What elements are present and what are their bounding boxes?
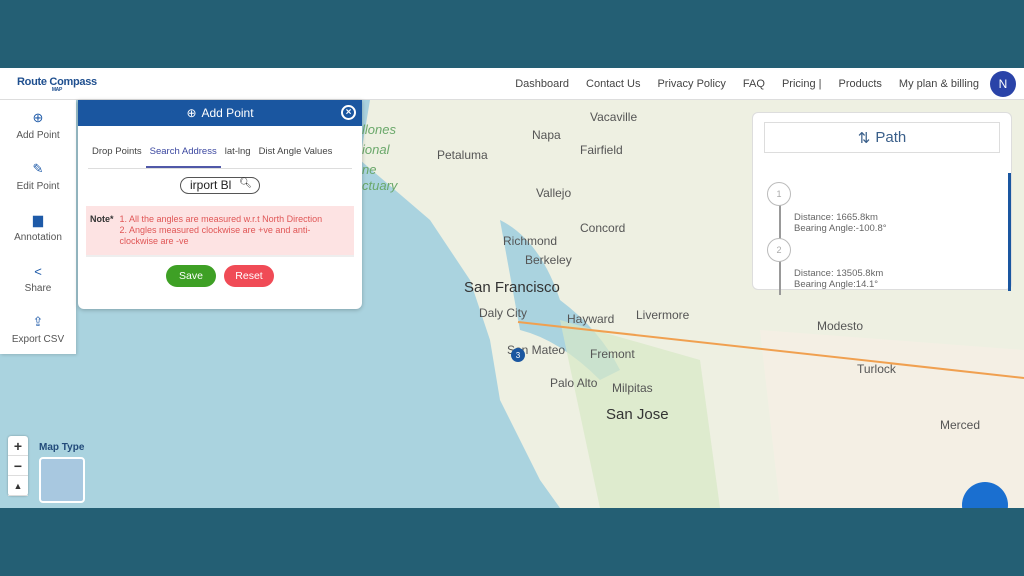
- map-label: ne: [362, 162, 377, 177]
- sidebar-item-label: Annotation: [14, 232, 62, 243]
- panel-tabs: Drop Points Search Address lat-lng Dist …: [88, 142, 352, 169]
- map-label: llones: [362, 122, 396, 137]
- path-panel: ⇅ Path 1 Distance: 1665.8km Bearing Angle:…: [752, 112, 1012, 295]
- search-icon[interactable]: 🔍︎: [239, 177, 252, 191]
- sidebar-item-export-csv[interactable]: ⇪ Export CSV: [0, 304, 76, 355]
- step-bearing: Bearing Angle:-100.8°: [794, 223, 887, 234]
- map-label: ional: [362, 142, 390, 157]
- nav-dashboard[interactable]: Dashboard: [515, 78, 569, 90]
- sidebar-item-label: Share: [24, 282, 52, 294]
- tab-drop-points[interactable]: Drop Points: [88, 142, 146, 168]
- map-label: Merced: [940, 418, 981, 432]
- tab-dist-angle[interactable]: Dist Angle Values: [255, 142, 337, 168]
- sidebar-item-label: Export CSV: [11, 334, 65, 345]
- tab-lat-lng[interactable]: lat-lng: [221, 142, 255, 168]
- step-distance: Distance: 13505.8km: [794, 268, 884, 279]
- search-value: irport Bl: [190, 178, 232, 192]
- map-label: Fremont: [590, 347, 635, 361]
- step-2: 2: [767, 238, 791, 262]
- scrollbar[interactable]: [1008, 173, 1011, 291]
- map-label: San Francisco: [464, 279, 560, 296]
- map-type-label: Map Type: [39, 442, 85, 453]
- compass-reset-button[interactable]: ▲: [8, 476, 28, 496]
- map-label: ctuary: [362, 178, 398, 193]
- app: Route Compass MAP Dashboard Contact Us Pr…: [0, 68, 1024, 508]
- zoom-in-button[interactable]: +: [8, 436, 28, 456]
- map-label: Milpitas: [612, 381, 653, 395]
- note-line: 2. Angles measured clockwise are +ve and…: [119, 225, 311, 235]
- nav-contact[interactable]: Contact Us: [586, 78, 640, 90]
- close-icon[interactable]: ×: [341, 105, 356, 120]
- step-bearing: Bearing Angle:14.1°: [794, 279, 879, 290]
- path-header[interactable]: ⇅ Path: [764, 122, 1000, 153]
- map-label: Vacaville: [590, 110, 638, 124]
- pencil-icon: ✎: [32, 161, 44, 176]
- share-icon: <: [34, 263, 42, 279]
- nav: Dashboard Contact Us Privacy Policy FAQ …: [515, 68, 1016, 100]
- nav-pricing[interactable]: Pricing |: [782, 78, 822, 90]
- nav-faq[interactable]: FAQ: [743, 78, 765, 90]
- panel-header: ⊕ Add Point ×: [78, 100, 362, 126]
- save-button[interactable]: Save: [166, 265, 216, 287]
- map-label: Napa: [532, 128, 561, 142]
- map-label: Berkeley: [525, 253, 572, 267]
- note-label: Note*: [90, 214, 114, 224]
- sidebar-item-edit-point[interactable]: ✎ Edit Point: [0, 151, 76, 202]
- zoom-out-button[interactable]: −: [8, 456, 28, 476]
- comment-icon: ▆: [33, 212, 43, 227]
- nav-billing[interactable]: My plan & billing: [899, 78, 979, 90]
- note-line: clockwise are -ve: [119, 236, 189, 246]
- step-distance: Distance: 1665.8km: [794, 212, 878, 223]
- top-bar: Route Compass MAP Dashboard Contact Us Pr…: [0, 68, 1024, 100]
- map-label: Palo Alto: [550, 376, 598, 390]
- path-title: Path: [875, 129, 907, 146]
- map-label: Modesto: [817, 319, 864, 333]
- map-marker[interactable]: 3: [511, 348, 525, 362]
- plus-circle-icon: ⊕: [32, 110, 44, 125]
- zoom-control: + − ▲: [8, 436, 28, 496]
- note-line: 1. All the angles are measured w.r.t Nor…: [119, 214, 323, 224]
- map-label: Concord: [580, 221, 626, 235]
- plus-circle-icon: ⊕: [186, 106, 197, 120]
- avatar[interactable]: N: [990, 71, 1016, 97]
- sidebar-item-add-point[interactable]: ⊕ Add Point: [0, 100, 76, 151]
- map-label: Richmond: [503, 234, 558, 248]
- sidebar-item-share[interactable]: < Share: [0, 253, 76, 304]
- sidebar-item-label: Edit Point: [16, 181, 60, 192]
- panel-title: Add Point: [201, 106, 254, 120]
- sidebar: ⊕ Add Point ✎ Edit Point ▆ Annotation < Shar…: [0, 100, 76, 354]
- logo[interactable]: Route Compass MAP: [17, 76, 97, 93]
- reset-button[interactable]: Reset: [224, 265, 274, 287]
- nav-products[interactable]: Products: [838, 78, 881, 90]
- search-input[interactable]: irport Bl 🔍︎: [180, 177, 260, 194]
- sidebar-item-label: Add Point: [16, 130, 60, 141]
- note-box: Note* 1. All the angles are measured w.r.…: [86, 206, 354, 257]
- sidebar-item-annotation[interactable]: ▆ Annotation: [0, 202, 76, 253]
- export-icon: ⇪: [32, 314, 44, 329]
- map-label: Turlock: [857, 362, 896, 376]
- map-label: Daly City: [479, 306, 528, 320]
- map-type-button[interactable]: [39, 457, 85, 503]
- map-label: Petaluma: [437, 148, 488, 162]
- map-label: Livermore: [636, 308, 690, 322]
- nav-privacy[interactable]: Privacy Policy: [657, 78, 725, 90]
- step-1: 1: [767, 182, 791, 206]
- map-label: Vallejo: [536, 186, 572, 200]
- swap-vertical-icon: ⇅: [857, 129, 871, 147]
- map-label: Hayward: [567, 312, 615, 326]
- map-label: San Jose: [606, 406, 669, 423]
- tab-search-address[interactable]: Search Address: [145, 142, 221, 168]
- map-label: Fairfield: [580, 143, 623, 157]
- add-point-panel: ⊕ Add Point × Drop Points Search Address l…: [78, 100, 362, 309]
